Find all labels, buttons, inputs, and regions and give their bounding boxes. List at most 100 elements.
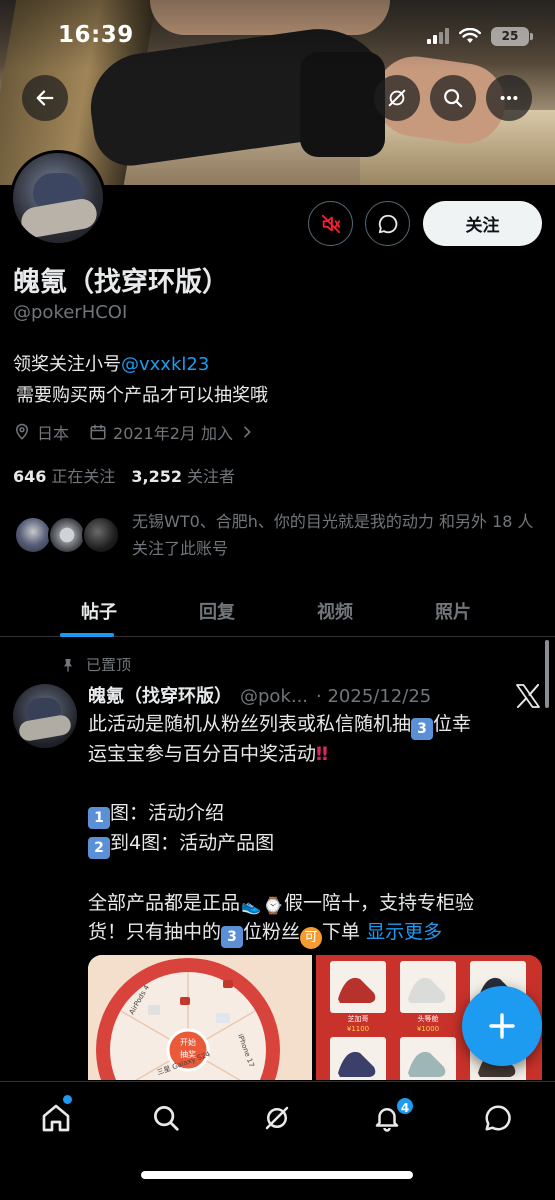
tab-videos[interactable]: 视频 — [276, 585, 394, 637]
grok-button[interactable] — [374, 75, 420, 121]
wheel-start-label: 开始 — [180, 1037, 196, 1047]
compose-post-button[interactable] — [462, 986, 542, 1066]
post-date[interactable]: · 2025/12/25 — [316, 686, 431, 707]
post-author-handle[interactable]: @pok... — [240, 686, 308, 707]
sneaker-emoji-icon: 👟 — [241, 895, 261, 915]
signal-icon — [427, 28, 449, 44]
show-more-link[interactable]: 显示更多 — [366, 921, 442, 943]
mute-icon — [321, 214, 340, 233]
more-icon — [500, 95, 518, 101]
product-price: ¥1000 — [417, 1025, 439, 1033]
message-button[interactable] — [365, 201, 410, 246]
following-label: 正在关注 — [51, 467, 116, 486]
post-blank-line — [88, 770, 533, 800]
product-label: 芝加哥 — [348, 1014, 369, 1023]
followed-by-avatars[interactable] — [14, 516, 126, 558]
bio-text: 领奖关注小号 — [13, 354, 121, 375]
profile-handle: @pokerHCOI — [13, 302, 128, 323]
double-exclamation-icon: ‼ — [316, 743, 328, 765]
post-line: 全部产品都是正品👟 ⌚假一陪十，支持专柜验 — [88, 889, 533, 919]
tab-posts[interactable]: 帖子 — [40, 585, 158, 637]
post-body: 此活动是随机从粉丝列表或私信随机抽 3 位幸 运宝宝参与百分百中奖活动‼ 1 图：活动… — [88, 710, 533, 949]
home-unread-dot — [63, 1095, 72, 1104]
scrollbar[interactable] — [545, 640, 549, 708]
chevron-right-icon[interactable] — [239, 424, 255, 440]
search-icon — [444, 89, 463, 108]
post-text-span: 假一陪十，支持专柜验 — [284, 891, 475, 914]
chat-bubble-icon — [485, 1105, 511, 1131]
keycap-number: 1 — [88, 807, 110, 829]
pin-icon — [64, 658, 72, 672]
post-text-span: 下单 — [322, 921, 361, 943]
watch-emoji-icon: ⌚ — [263, 895, 283, 915]
search-button[interactable] — [430, 75, 476, 121]
profile-name: 魄氪（找穿环版） — [13, 267, 229, 298]
followers-label: 关注者 — [187, 467, 236, 486]
unmute-button[interactable] — [308, 201, 353, 246]
post-line: 1 图：活动介绍 — [88, 799, 533, 829]
plus-icon — [489, 1013, 515, 1039]
avatar-detail — [17, 713, 73, 743]
profile-meta: 日本 2021年2月 加入 — [13, 420, 255, 444]
nav-search[interactable] — [146, 1098, 186, 1138]
keycap-number: 3 — [221, 926, 244, 948]
post-line: 货！只有抽中的 3 位粉丝可下单 显示更多 — [88, 918, 533, 949]
grok-icon — [265, 1106, 289, 1130]
home-icon — [42, 1104, 70, 1132]
calendar-icon — [90, 424, 106, 440]
status-icons: 25 — [427, 26, 533, 46]
post-image-prize-wheel[interactable]: 开始 抽奖 AirPods 4 三星 Galaxy S24 iPhone 17 — [88, 955, 312, 1080]
post-text-span: 图：活动介绍 — [110, 802, 225, 824]
bottom-navigation: 4 — [0, 1081, 555, 1200]
follower-avatar — [14, 516, 52, 554]
nav-messages[interactable] — [478, 1098, 518, 1138]
product-price: ¥1100 — [347, 1025, 369, 1033]
accept-emoji-icon: 可 — [300, 927, 323, 949]
battery-icon: 25 — [491, 26, 533, 46]
back-button[interactable] — [22, 75, 68, 121]
post-text-span: 运宝宝参与百分百中奖活动 — [88, 743, 317, 765]
nav-grok[interactable] — [257, 1098, 297, 1138]
profile-joined: 2021年2月 加入 — [113, 424, 234, 443]
profile-location: 日本 — [37, 424, 70, 443]
more-button[interactable] — [486, 75, 532, 121]
post-author-name[interactable]: 魄氪（找穿环版） — [88, 682, 232, 708]
following-stat[interactable]: 646 正在关注 — [13, 463, 115, 487]
post-header: 魄氪（找穿环版） @pok... · 2025/12/25 — [88, 682, 431, 708]
arrow-left-icon — [36, 90, 54, 106]
post-avatar[interactable] — [13, 684, 77, 748]
chat-bubble-icon — [378, 214, 397, 233]
followers-count: 3,252 — [131, 467, 183, 486]
grok-icon — [388, 89, 406, 107]
follow-button[interactable]: 关注 — [423, 201, 542, 246]
nav-home[interactable] — [36, 1098, 76, 1138]
profile-bio-line1: 领奖关注小号@vxxkl23 — [13, 350, 209, 376]
profile-stats: 646 正在关注 3,252 关注者 — [13, 463, 235, 487]
post-text-span: 到4图：活动产品图 — [110, 832, 275, 854]
location-pin-icon — [15, 423, 29, 440]
pinned-label: 已置顶 — [60, 654, 131, 675]
post-line: 2 到4图：活动产品图 — [88, 829, 533, 859]
post-text-span: 货！只有抽中的 — [88, 921, 222, 943]
wifi-icon — [459, 28, 481, 43]
prize-wheel-graphic: 开始 抽奖 AirPods 4 三星 Galaxy S24 iPhone 17 — [88, 955, 312, 1080]
post-line: 此活动是随机从粉丝列表或私信随机抽 3 位幸 — [88, 710, 533, 740]
bio-mention-link[interactable]: @vxxkl23 — [121, 354, 209, 375]
tab-replies[interactable]: 回复 — [158, 585, 276, 637]
profile-tabs: 帖子 回复 视频 照片 — [0, 585, 555, 637]
notifications-badge: 4 — [395, 1096, 415, 1116]
post-blank-line — [88, 859, 533, 889]
search-icon — [154, 1106, 179, 1131]
followed-by-text[interactable]: 无锡WT0、合肥h、你的目光就是我的动力 和另外 18 人关注了此账号 — [132, 508, 542, 562]
pinned-text: 已置顶 — [86, 656, 132, 674]
followers-stat[interactable]: 3,252 关注者 — [131, 463, 235, 487]
home-indicator[interactable] — [141, 1171, 413, 1179]
status-time: 16:39 — [58, 22, 134, 48]
profile-bio-line2: 需要购买两个产品才可以抽奖哦 — [16, 385, 268, 406]
follower-avatar — [48, 516, 86, 554]
avatar-detail — [18, 196, 100, 240]
avatar[interactable] — [10, 150, 106, 246]
following-count: 646 — [13, 467, 47, 486]
tab-photos[interactable]: 照片 — [394, 585, 512, 637]
post-text-span: 全部产品都是正品 — [88, 891, 241, 914]
